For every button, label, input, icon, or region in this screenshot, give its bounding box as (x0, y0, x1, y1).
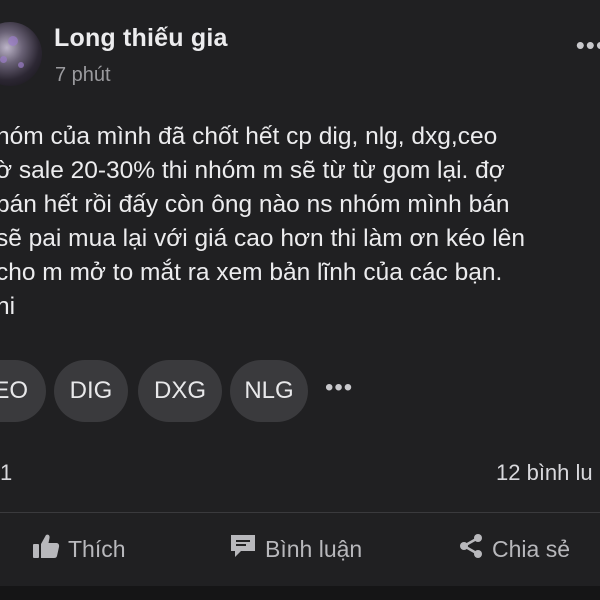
more-options-icon[interactable]: ••• (576, 30, 600, 61)
reaction-count[interactable]: 1 (0, 460, 12, 486)
post-text-line: ờ sale 20-30% thi nhóm m sẽ từ từ gom lạ… (0, 157, 505, 184)
author-avatar[interactable] (0, 22, 42, 86)
avatar-detail (18, 62, 24, 68)
tag-chip-dxg[interactable]: DXG (138, 360, 222, 422)
comment-label: Bình luận (265, 535, 363, 562)
share-button[interactable]: Chia sẻ (458, 532, 570, 566)
comment-count[interactable]: 12 bình lu (496, 460, 593, 486)
post-body: hóm của mình đã chốt hết cp dig, nlg, dx… (0, 120, 600, 324)
post-text-line: cho m mở to mắt ra xem bản lĩnh của các … (0, 259, 503, 286)
tag-chip-dig[interactable]: DIG (54, 360, 128, 422)
hashtag-chips: EO DIG DXG NLG ••• (0, 360, 600, 422)
share-label: Chia sẻ (492, 535, 570, 562)
post-text-line: bán hết rồi đấy còn ông nào ns nhóm mình… (0, 191, 510, 218)
bottom-edge (0, 586, 600, 600)
post-text-line: hóm của mình đã chốt hết cp dig, nlg, dx… (0, 123, 498, 150)
speech-bubble-icon (229, 533, 257, 565)
post-screen: Long thiếu gia 7 phút ••• hóm của mình đ… (0, 0, 600, 600)
divider (0, 512, 600, 513)
post-text-line: sẽ pai mua lại với giá cao hơn thi làm ơ… (0, 225, 525, 252)
like-label: Thích (68, 535, 126, 562)
more-tags-icon[interactable]: ••• (325, 374, 353, 402)
comment-button[interactable]: Bình luận (229, 532, 362, 566)
tag-chip-nlg[interactable]: NLG (230, 360, 308, 422)
tag-chip-ceo[interactable]: EO (0, 360, 46, 422)
post-text-line: ni (0, 293, 16, 320)
author-name[interactable]: Long thiếu gia (54, 24, 228, 53)
thumbs-up-icon (32, 533, 60, 565)
avatar-detail (0, 56, 7, 63)
like-button[interactable]: Thích (32, 532, 126, 566)
post-timestamp[interactable]: 7 phút (55, 64, 111, 87)
avatar-detail (8, 36, 18, 46)
share-icon (458, 533, 484, 565)
